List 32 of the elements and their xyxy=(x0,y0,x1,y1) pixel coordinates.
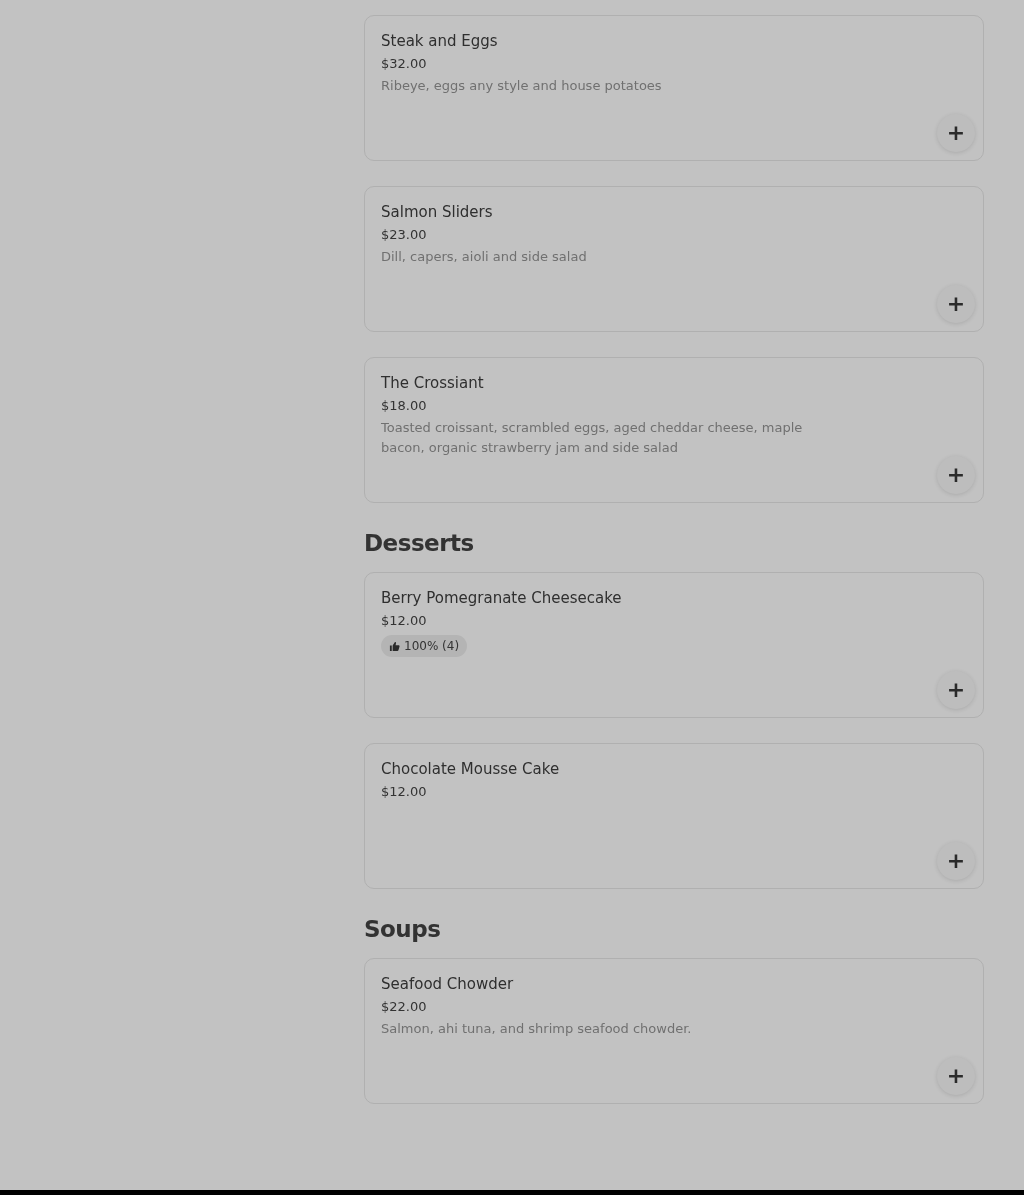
menu-item-card[interactable]: Steak and Eggs $32.00 Ribeye, eggs any style and house potatoes + xyxy=(364,15,984,161)
item-description: Toasted croissant, scrambled eggs, aged cheddar cheese, maple bacon, organic strawberry jam and side salad xyxy=(381,419,804,457)
item-name: Seafood Chowder xyxy=(381,974,515,995)
thumbs-up-icon xyxy=(389,640,400,652)
menu-item-card[interactable]: Chocolate Mousse Cake $12.00 + xyxy=(364,743,984,889)
menu-item-card[interactable]: Salmon Sliders $23.00 Dill, capers, aioli and side salad + xyxy=(364,186,984,332)
item-price: $12.00 xyxy=(381,783,428,801)
add-button[interactable]: + xyxy=(937,114,975,152)
add-button[interactable]: + xyxy=(937,842,975,880)
section-heading: Desserts xyxy=(364,529,475,558)
item-price: $23.00 xyxy=(381,226,428,244)
item-price: $32.00 xyxy=(381,55,428,73)
section-heading: Soups xyxy=(364,915,442,944)
menu-item-card[interactable]: Berry Pomegranate Cheesecake $12.00 100% (4) + xyxy=(364,572,984,718)
item-description: Salmon, ahi tuna, and shrimp seafood chowder. xyxy=(381,1020,693,1038)
item-name: Salmon Sliders xyxy=(381,202,494,223)
add-button[interactable]: + xyxy=(937,285,975,323)
item-description: Dill, capers, aioli and side salad xyxy=(381,248,588,266)
item-price: $22.00 xyxy=(381,998,428,1016)
item-name: Chocolate Mousse Cake xyxy=(381,759,561,780)
add-button[interactable]: + xyxy=(937,671,975,709)
menu-item-card[interactable]: The Crossiant $18.00 Toasted croissant, scrambled eggs, aged cheddar cheese, maple bacon, organic strawberry jam and side salad + xyxy=(364,357,984,503)
add-button[interactable]: + xyxy=(937,1057,975,1095)
item-price: $18.00 xyxy=(381,397,428,415)
menu-item-card[interactable]: Seafood Chowder $22.00 Salmon, ahi tuna, and shrimp seafood chowder. + xyxy=(364,958,984,1104)
item-name: Steak and Eggs xyxy=(381,31,499,52)
item-description: Ribeye, eggs any style and house potatoes xyxy=(381,77,663,95)
add-button[interactable]: + xyxy=(937,456,975,494)
item-name: The Crossiant xyxy=(381,373,485,394)
item-name: Berry Pomegranate Cheesecake xyxy=(381,588,623,609)
item-price: $12.00 xyxy=(381,612,428,630)
rating-text: 100% (4) xyxy=(404,638,460,655)
